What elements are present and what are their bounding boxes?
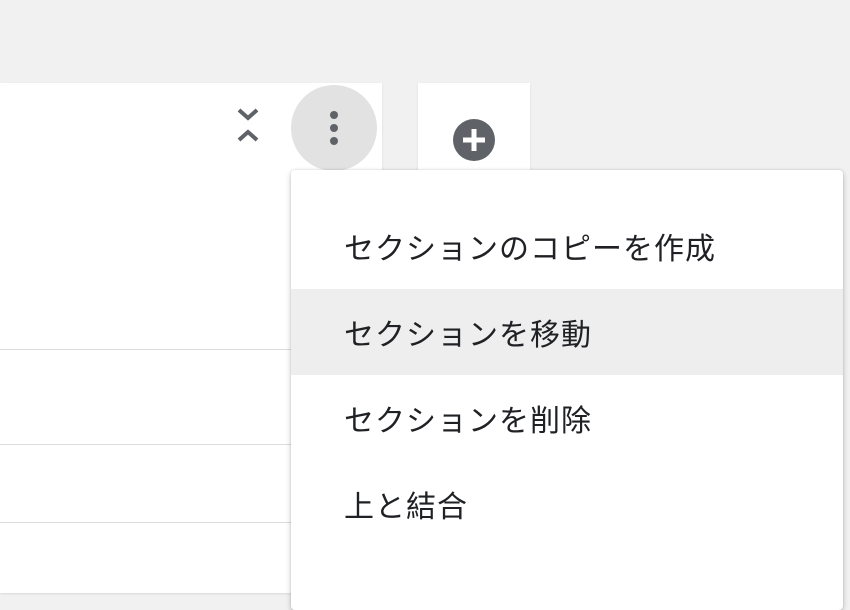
menu-item-label: セクションを移動	[344, 318, 592, 353]
menu-item-merge-above[interactable]: 上と結合	[291, 461, 843, 547]
menu-item-label: 上と結合	[344, 490, 468, 525]
unfold-less-icon	[237, 108, 259, 142]
section-header	[0, 83, 382, 171]
menu-item-label: セクションのコピーを作成	[344, 232, 716, 267]
add-question-button[interactable]	[452, 118, 496, 162]
collapse-section-button[interactable]	[232, 105, 264, 145]
more-vert-icon	[330, 111, 338, 145]
menu-item-move-section[interactable]: セクションを移動	[291, 289, 843, 375]
add-circle-icon	[453, 119, 495, 161]
menu-item-label: セクションを削除	[344, 404, 592, 439]
menu-item-duplicate-section[interactable]: セクションのコピーを作成	[291, 203, 843, 289]
section-options-menu: セクションのコピーを作成 セクションを移動 セクションを削除 上と結合	[291, 170, 843, 610]
menu-item-delete-section[interactable]: セクションを削除	[291, 375, 843, 461]
more-options-button[interactable]	[291, 85, 377, 171]
